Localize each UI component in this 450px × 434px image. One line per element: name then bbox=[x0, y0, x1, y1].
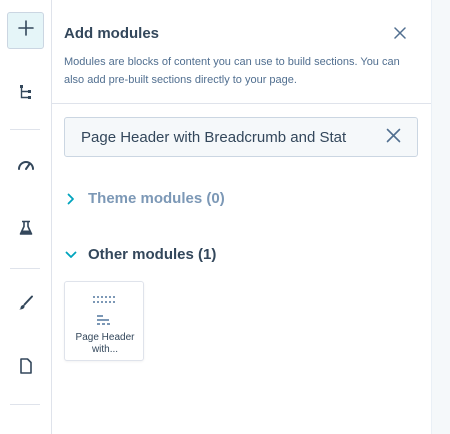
close-icon bbox=[394, 26, 406, 44]
add-modules-button[interactable] bbox=[7, 12, 44, 49]
theme-modules-toggle[interactable]: Theme modules (0) bbox=[64, 190, 225, 207]
chevron-down-icon bbox=[64, 248, 78, 262]
module-name: Page Header with... bbox=[75, 332, 135, 355]
paintbrush-icon bbox=[18, 295, 34, 316]
panel-description: Modules are blocks of content you can us… bbox=[64, 56, 400, 86]
close-icon bbox=[386, 128, 401, 148]
search-input[interactable] bbox=[81, 128, 377, 146]
module-search bbox=[64, 117, 418, 157]
theme-modules-label: Theme modules (0) bbox=[88, 190, 225, 207]
optimize-button[interactable] bbox=[7, 148, 44, 185]
editor-sidebar: Add modules Modules are blocks of conten… bbox=[0, 0, 450, 434]
rail-divider bbox=[10, 268, 40, 269]
module-layout-icon bbox=[95, 314, 113, 333]
other-modules-label: Other modules (1) bbox=[88, 246, 217, 263]
close-button[interactable] bbox=[391, 26, 409, 44]
left-rail bbox=[0, 0, 52, 434]
flask-icon bbox=[18, 220, 34, 241]
chevron-right-icon bbox=[64, 192, 78, 206]
other-modules-toggle[interactable]: Other modules (1) bbox=[64, 246, 216, 263]
plus-icon bbox=[17, 19, 35, 42]
document-icon bbox=[19, 358, 33, 379]
scrollbar-track[interactable] bbox=[431, 0, 450, 434]
panel-title: Add modules bbox=[64, 25, 160, 42]
panel-header: Add modules Modules are blocks of conten… bbox=[52, 0, 431, 104]
tree-view-button[interactable] bbox=[7, 76, 44, 113]
rail-divider bbox=[10, 129, 40, 130]
rail-divider bbox=[10, 404, 40, 405]
page-settings-button[interactable] bbox=[7, 350, 44, 387]
drag-handle-icon bbox=[93, 291, 117, 309]
module-card[interactable]: Page Header with... bbox=[64, 281, 144, 361]
test-button[interactable] bbox=[7, 212, 44, 249]
clear-search-button[interactable] bbox=[384, 128, 402, 148]
tree-structure-icon bbox=[18, 84, 34, 105]
speedometer-icon bbox=[17, 156, 35, 177]
design-button[interactable] bbox=[7, 287, 44, 324]
add-modules-panel: Add modules Modules are blocks of conten… bbox=[52, 0, 431, 434]
